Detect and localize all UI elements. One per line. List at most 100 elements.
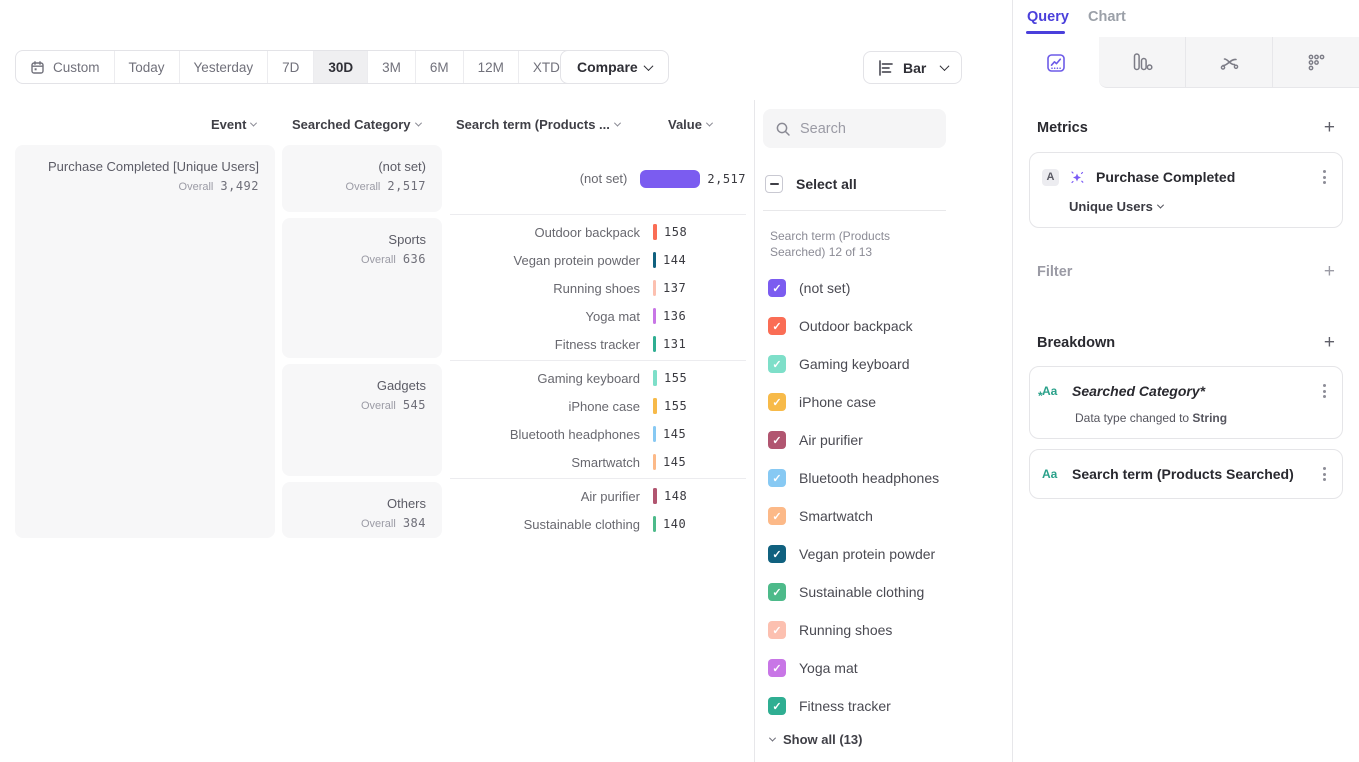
value-label: 137 bbox=[663, 281, 686, 295]
value-label: 145 bbox=[663, 455, 686, 469]
category-cell[interactable]: GadgetsOverall545 bbox=[282, 364, 442, 476]
add-breakdown-button[interactable]: + bbox=[1324, 333, 1335, 352]
search-term-label: Air purifier bbox=[450, 489, 640, 504]
breakdown-menu-button[interactable] bbox=[1319, 463, 1330, 485]
series-checkbox[interactable]: ✓ bbox=[768, 279, 786, 297]
date-range-label: 6M bbox=[430, 60, 449, 75]
metric-menu-button[interactable] bbox=[1319, 166, 1330, 188]
legend-item[interactable]: ✓iPhone case bbox=[768, 383, 968, 421]
legend-search[interactable] bbox=[763, 109, 946, 148]
series-checkbox[interactable]: ✓ bbox=[768, 697, 786, 715]
date-range-label: 7D bbox=[282, 60, 299, 75]
search-term-label: (not set) bbox=[450, 171, 627, 186]
breakdown-card[interactable]: *Aa Searched Category* Data type changed… bbox=[1029, 366, 1343, 439]
date-range-7d[interactable]: 7D bbox=[267, 51, 313, 83]
breakdown-title: Breakdown bbox=[1037, 335, 1115, 351]
date-range-yesterday[interactable]: Yesterday bbox=[179, 51, 268, 83]
legend-item[interactable]: ✓ Gaming keyboard bbox=[768, 345, 968, 383]
category-name: Others bbox=[298, 496, 426, 511]
event-cell[interactable]: Purchase Completed [Unique Users] Overal… bbox=[15, 145, 275, 538]
legend-item[interactable]: ✓Air purifier bbox=[768, 421, 968, 459]
series-checkbox[interactable]: ✓ bbox=[768, 621, 786, 639]
legend-item[interactable]: ✓Fitness tracker bbox=[768, 687, 968, 725]
column-header-searched-category[interactable]: Searched Category bbox=[292, 117, 421, 132]
legend-item[interactable]: ✓Bluetooth headphones bbox=[768, 459, 968, 497]
breakdown-menu-button[interactable] bbox=[1319, 380, 1330, 402]
category-cell[interactable]: SportsOverall636 bbox=[282, 218, 442, 358]
value-label: 131 bbox=[663, 337, 686, 351]
series-checkbox[interactable]: ✓ bbox=[768, 583, 786, 601]
compare-button[interactable]: Compare bbox=[560, 50, 669, 84]
breakdown-card[interactable]: Aa Search term (Products Searched) bbox=[1029, 449, 1343, 499]
bar-rows: (not set)2,517 bbox=[450, 145, 746, 212]
tab-query[interactable]: Query bbox=[1027, 9, 1069, 25]
bar-rows: Air purifier148Sustainable clothing140 bbox=[450, 482, 746, 538]
value-bar[interactable] bbox=[653, 488, 657, 504]
legend-item-label: Gaming keyboard bbox=[799, 356, 910, 372]
value-bar[interactable] bbox=[653, 336, 656, 352]
event-overall: Overall3,492 bbox=[31, 179, 259, 193]
date-range-6m[interactable]: 6M bbox=[415, 51, 463, 83]
value-bar[interactable] bbox=[653, 426, 656, 442]
series-checkbox[interactable]: ✓ bbox=[768, 507, 786, 525]
chart-type-select[interactable]: Bar bbox=[863, 51, 962, 84]
tab-flows[interactable] bbox=[1185, 37, 1272, 88]
value-bar[interactable] bbox=[653, 224, 657, 240]
legend-item[interactable]: ✓Outdoor backpack bbox=[768, 307, 968, 345]
value-bar[interactable] bbox=[653, 454, 656, 470]
series-checkbox[interactable]: ✓ bbox=[768, 355, 786, 373]
category-groups: (not set)Overall2,517(not set)2,517Sport… bbox=[282, 145, 746, 538]
date-range-today[interactable]: Today bbox=[114, 51, 179, 83]
metric-card[interactable]: A Purchase Completed Unique Users bbox=[1029, 152, 1343, 228]
date-range-30d[interactable]: 30D bbox=[313, 51, 367, 83]
series-checkbox[interactable]: ✓ bbox=[768, 469, 786, 487]
category-cell[interactable]: OthersOverall384 bbox=[282, 482, 442, 538]
series-checkbox[interactable]: ✓ bbox=[768, 317, 786, 335]
tab-insights[interactable] bbox=[1013, 37, 1099, 88]
tab-chart[interactable]: Chart bbox=[1088, 9, 1126, 25]
value-bar[interactable] bbox=[653, 398, 657, 414]
date-range-3m[interactable]: 3M bbox=[367, 51, 415, 83]
legend-item[interactable]: ✓Sustainable clothing bbox=[768, 573, 968, 611]
add-filter-button[interactable]: + bbox=[1324, 262, 1335, 281]
legend-item[interactable]: ✓Running shoes bbox=[768, 611, 968, 649]
legend-item[interactable]: ✓Yoga mat bbox=[768, 649, 968, 687]
column-header-search-term[interactable]: Search term (Products ... bbox=[456, 117, 620, 132]
chart-type-label: Bar bbox=[903, 60, 926, 76]
series-checkbox[interactable]: ✓ bbox=[768, 659, 786, 677]
search-term-label: Yoga mat bbox=[450, 309, 640, 324]
category-name: Sports bbox=[298, 232, 426, 247]
column-header-event[interactable]: Event bbox=[211, 117, 256, 132]
metric-letter-badge: A bbox=[1042, 169, 1059, 186]
legend-item[interactable]: ✓Vegan protein powder bbox=[768, 535, 968, 573]
measure-select[interactable]: Unique Users bbox=[1069, 199, 1330, 214]
value-bar[interactable] bbox=[653, 516, 656, 532]
category-cell[interactable]: (not set)Overall2,517 bbox=[282, 145, 442, 212]
add-metric-button[interactable]: + bbox=[1324, 118, 1335, 137]
value-bar[interactable] bbox=[653, 308, 656, 324]
date-range-12m[interactable]: 12M bbox=[463, 51, 518, 83]
date-range-custom[interactable]: Custom bbox=[16, 51, 114, 83]
select-all-checkbox[interactable] bbox=[765, 175, 783, 193]
value-bar[interactable] bbox=[640, 170, 700, 188]
insights-icon bbox=[1045, 52, 1067, 74]
series-checkbox[interactable]: ✓ bbox=[768, 545, 786, 563]
value-bar[interactable] bbox=[653, 280, 656, 296]
value-bar[interactable] bbox=[653, 252, 656, 268]
legend-item[interactable]: ✓ (not set) bbox=[768, 269, 968, 307]
tab-retention[interactable] bbox=[1272, 37, 1359, 88]
category-group: SportsOverall636Outdoor backpack158Vegan… bbox=[282, 218, 746, 358]
series-checkbox[interactable]: ✓ bbox=[768, 393, 786, 411]
column-header-value[interactable]: Value bbox=[668, 117, 712, 132]
select-all-row[interactable]: Select all bbox=[765, 175, 857, 193]
value-label: 144 bbox=[663, 253, 686, 267]
series-checkbox[interactable]: ✓ bbox=[768, 431, 786, 449]
show-all-button[interactable]: Show all (13) bbox=[770, 732, 862, 747]
legend-item-label: (not set) bbox=[799, 280, 850, 296]
select-all-label: Select all bbox=[796, 176, 857, 192]
legend-item[interactable]: ✓Smartwatch bbox=[768, 497, 968, 535]
date-range-control: CustomTodayYesterday7D30D3M6M12MXTD bbox=[15, 50, 593, 84]
tab-funnels[interactable] bbox=[1099, 37, 1185, 88]
value-bar[interactable] bbox=[653, 370, 657, 386]
search-input[interactable] bbox=[800, 121, 920, 137]
